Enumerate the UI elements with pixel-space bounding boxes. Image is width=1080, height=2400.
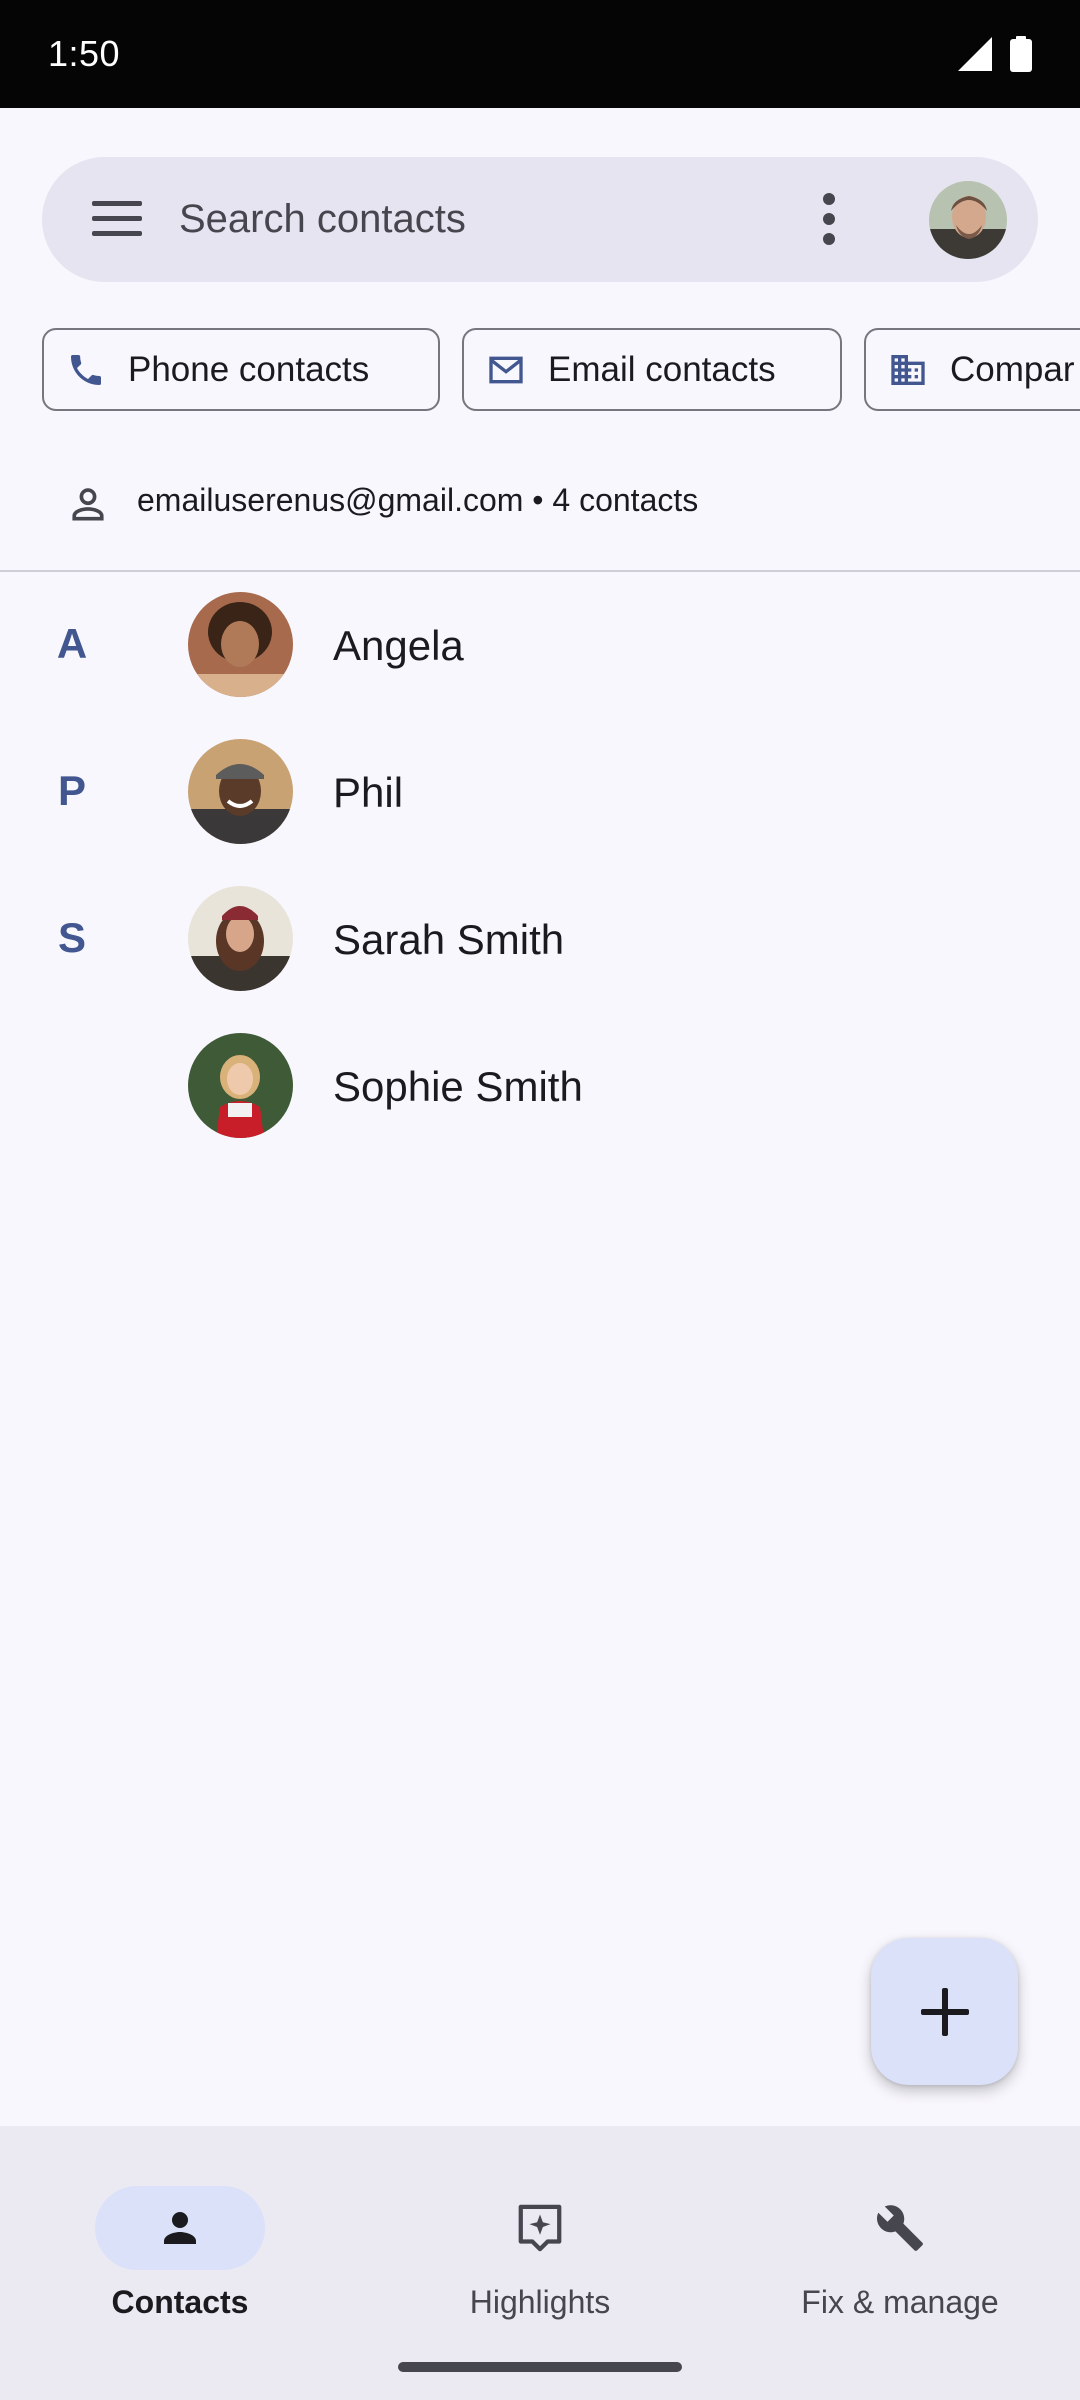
contact-name: Phil (333, 769, 404, 816)
add-contact-button[interactable] (871, 1938, 1018, 2085)
contact-row-sophie-smith[interactable]: Sophie Smith (0, 1013, 1080, 1160)
chip-label: Phone contacts (128, 349, 370, 389)
nav-item-fix-manage[interactable]: Fix & manage (750, 2156, 1050, 2336)
bottom-nav: Contacts Highlights Fix & manage (0, 2126, 1080, 2400)
battery-icon (1010, 36, 1032, 72)
contact-row-phil[interactable]: P Phil (0, 719, 1080, 866)
account-label: emailuserenus@gmail.com • 4 contacts (137, 482, 699, 518)
contact-avatar (188, 1033, 293, 1138)
chip-label: Email contacts (548, 349, 776, 389)
nav-label: Fix & manage (801, 2284, 999, 2320)
nav-item-highlights[interactable]: Highlights (390, 2156, 690, 2336)
more-vert-icon[interactable] (817, 189, 841, 249)
mail-icon (489, 356, 523, 383)
nav-item-contacts[interactable]: Contacts (30, 2156, 330, 2336)
contact-avatar (188, 592, 293, 697)
signal-icon (958, 37, 992, 71)
section-letter: A (56, 620, 88, 667)
person-icon (155, 2198, 205, 2258)
contact-row-angela[interactable]: A Angela (0, 572, 1080, 719)
nav-label: Contacts (111, 2284, 249, 2320)
person-outline-icon (72, 488, 104, 521)
gesture-bar[interactable] (398, 2362, 682, 2372)
menu-icon[interactable] (92, 197, 142, 241)
search-input[interactable]: Search contacts (179, 157, 466, 282)
chip-phone-contacts[interactable]: Phone contacts (42, 328, 440, 411)
search-bar[interactable]: Search contacts (42, 157, 1038, 282)
contacts-screen: 1:50 Search contacts Phone contacts Emai… (0, 0, 1080, 2400)
wrench-icon (875, 2198, 925, 2258)
contact-avatar (188, 886, 293, 991)
section-letter: P (57, 767, 86, 814)
contact-row-sarah-smith[interactable]: S Sarah Smith (0, 866, 1080, 1013)
filter-chips: Phone contacts Email contacts Compar (42, 328, 1080, 411)
chip-label: Compar (950, 349, 1075, 389)
status-icons (958, 36, 1032, 72)
contact-name: Sarah Smith (333, 916, 565, 963)
account-avatar[interactable] (929, 181, 1007, 259)
status-time: 1:50 (48, 33, 121, 74)
add-icon (920, 1987, 969, 2036)
chip-email-contacts[interactable]: Email contacts (462, 328, 842, 411)
highlights-icon (515, 2198, 565, 2258)
contact-name: Angela (333, 622, 464, 669)
business-icon (891, 354, 925, 385)
nav-label: Highlights (469, 2284, 611, 2320)
contact-name: Sophie Smith (333, 1063, 583, 1110)
contact-avatar (188, 739, 293, 844)
status-bar: 1:50 (0, 0, 1080, 108)
section-letter: S (57, 914, 86, 961)
chip-company[interactable]: Compar (864, 328, 1080, 411)
phone-icon (71, 354, 101, 385)
account-row[interactable]: emailuserenus@gmail.com • 4 contacts (0, 460, 1080, 570)
